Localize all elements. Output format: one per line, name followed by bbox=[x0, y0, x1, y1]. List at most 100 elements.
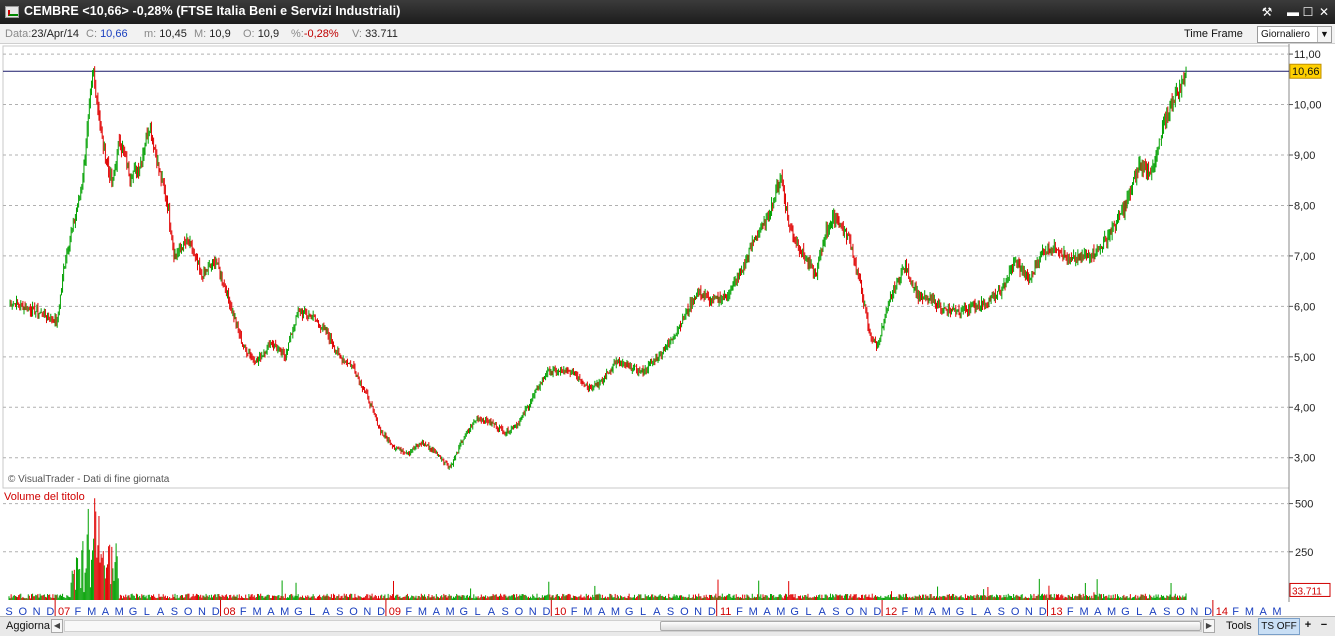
scroll-left-button[interactable]: ◀ bbox=[51, 619, 63, 633]
price-tick-label: 5,00 bbox=[1294, 352, 1315, 364]
month-label: N bbox=[1190, 606, 1198, 616]
month-label: G bbox=[790, 606, 799, 616]
month-label: G bbox=[625, 606, 634, 616]
month-label: A bbox=[598, 606, 606, 616]
zoom-out-button[interactable]: − bbox=[1317, 618, 1331, 635]
zoom-in-button[interactable]: + bbox=[1301, 618, 1315, 635]
year-label: 12 bbox=[885, 606, 897, 616]
close-label: C: bbox=[86, 28, 97, 40]
month-label: D bbox=[46, 606, 54, 616]
month-label: N bbox=[1025, 606, 1033, 616]
date-value: 23/Apr/14 bbox=[31, 28, 79, 40]
month-label: A bbox=[1149, 606, 1157, 616]
month-label: A bbox=[1094, 606, 1102, 616]
month-label: L bbox=[640, 606, 646, 616]
month-label: S bbox=[1163, 606, 1170, 616]
month-label: A bbox=[433, 606, 441, 616]
month-label: M bbox=[914, 606, 923, 616]
month-label: M bbox=[583, 606, 592, 616]
chevron-down-icon[interactable]: ▼ bbox=[1317, 27, 1331, 42]
volume-info: V: 33.711 bbox=[352, 24, 398, 44]
month-label: S bbox=[171, 606, 178, 616]
month-label: M bbox=[611, 606, 620, 616]
month-label: L bbox=[805, 606, 811, 616]
month-label: S bbox=[998, 606, 1005, 616]
month-label: O bbox=[515, 606, 524, 616]
tools-button[interactable]: Tools bbox=[1222, 619, 1256, 634]
price-tick-label: 11,00 bbox=[1294, 49, 1321, 61]
year-label: 11 bbox=[720, 606, 731, 616]
last-price-label: 10,66 bbox=[1292, 66, 1320, 78]
volume-tick-label: 500 bbox=[1295, 499, 1313, 511]
chart-app-icon bbox=[5, 6, 19, 18]
month-label: F bbox=[1067, 606, 1074, 616]
month-label: F bbox=[736, 606, 743, 616]
max-info: M: 10,9 bbox=[194, 24, 231, 44]
month-label: M bbox=[445, 606, 454, 616]
month-label: A bbox=[157, 606, 165, 616]
month-label: F bbox=[75, 606, 82, 616]
month-label: O bbox=[680, 606, 689, 616]
app-window: CEMBRE <10,66> -0,28% (FTSE Italia Beni … bbox=[0, 0, 1335, 636]
refresh-button[interactable]: Aggiorna bbox=[2, 619, 54, 634]
grid-lines bbox=[2, 44, 1290, 602]
year-label: 14 bbox=[1216, 606, 1228, 616]
last-volume-label: 33.711 bbox=[1292, 586, 1322, 597]
month-label: N bbox=[694, 606, 702, 616]
month-label: L bbox=[1136, 606, 1142, 616]
month-label: L bbox=[971, 606, 977, 616]
month-label: S bbox=[667, 606, 674, 616]
bottom-bar: Aggiorna ◀ ▶ Tools TS OFF + − bbox=[0, 616, 1335, 636]
pct-label: %: bbox=[291, 28, 304, 40]
timeframe-label: Time Frame bbox=[1184, 28, 1243, 40]
month-label: M bbox=[1079, 606, 1088, 616]
month-label: O bbox=[19, 606, 28, 616]
tools-icon[interactable]: ⚒ bbox=[1258, 3, 1276, 21]
price-chart[interactable]: 11,00 10,00 9,00 8,00 7,00 6,00 5,00 4,00 3,00 50… bbox=[0, 44, 1335, 616]
month-label: N bbox=[33, 606, 41, 616]
month-label: A bbox=[488, 606, 496, 616]
month-label: A bbox=[763, 606, 771, 616]
month-label: O bbox=[184, 606, 193, 616]
max-label: M: bbox=[194, 28, 207, 40]
year-label: 13 bbox=[1050, 606, 1062, 616]
open-value: 10,9 bbox=[257, 28, 280, 40]
month-label: F bbox=[240, 606, 247, 616]
month-label: G bbox=[956, 606, 965, 616]
price-tick-label: 4,00 bbox=[1294, 402, 1315, 414]
min-info: m: 10,45 bbox=[144, 24, 187, 44]
month-label: N bbox=[363, 606, 371, 616]
month-label: A bbox=[267, 606, 275, 616]
month-label: F bbox=[902, 606, 909, 616]
price-tick-label: 6,00 bbox=[1294, 301, 1315, 313]
close-value: 10,66 bbox=[100, 28, 128, 40]
month-label: N bbox=[198, 606, 206, 616]
month-label: A bbox=[653, 606, 661, 616]
month-label: M bbox=[115, 606, 124, 616]
horizontal-scrollbar[interactable] bbox=[64, 620, 1202, 632]
month-label: N bbox=[529, 606, 537, 616]
timeframe-value: Giornaliero bbox=[1261, 29, 1310, 40]
year-label: 07 bbox=[58, 606, 70, 616]
month-label: O bbox=[349, 606, 358, 616]
year-label: 10 bbox=[554, 606, 566, 616]
timeframe-select[interactable]: Giornaliero ▼ bbox=[1257, 26, 1332, 43]
month-label: M bbox=[253, 606, 262, 616]
price-candles bbox=[9, 66, 1187, 470]
ts-off-button[interactable]: TS OFF bbox=[1258, 618, 1300, 635]
month-label: G bbox=[129, 606, 138, 616]
month-label: M bbox=[1272, 606, 1281, 616]
x-axis: S O N D 07 F M A M G L A S O N D 08 F M A M G L A S O N D 09 F M A M G L A S… bbox=[5, 600, 1282, 616]
scroll-right-button[interactable]: ▶ bbox=[1203, 619, 1215, 633]
price-tick-label: 10,00 bbox=[1294, 100, 1322, 112]
close-button[interactable]: ✕ bbox=[1315, 3, 1333, 21]
price-tick-label: 8,00 bbox=[1294, 200, 1315, 212]
month-label: M bbox=[749, 606, 758, 616]
info-bar: Data:23/Apr/14 C: 10,66 m: 10,45 M: 10,9… bbox=[0, 24, 1335, 44]
month-label: F bbox=[405, 606, 412, 616]
min-label: m: bbox=[144, 28, 157, 40]
volume-value: 33.711 bbox=[365, 28, 398, 40]
volume-tick-label: 250 bbox=[1295, 547, 1313, 559]
copyright-text: © VisualTrader - Dati di fine giornata bbox=[8, 474, 170, 485]
scrollbar-thumb[interactable] bbox=[660, 621, 1201, 631]
